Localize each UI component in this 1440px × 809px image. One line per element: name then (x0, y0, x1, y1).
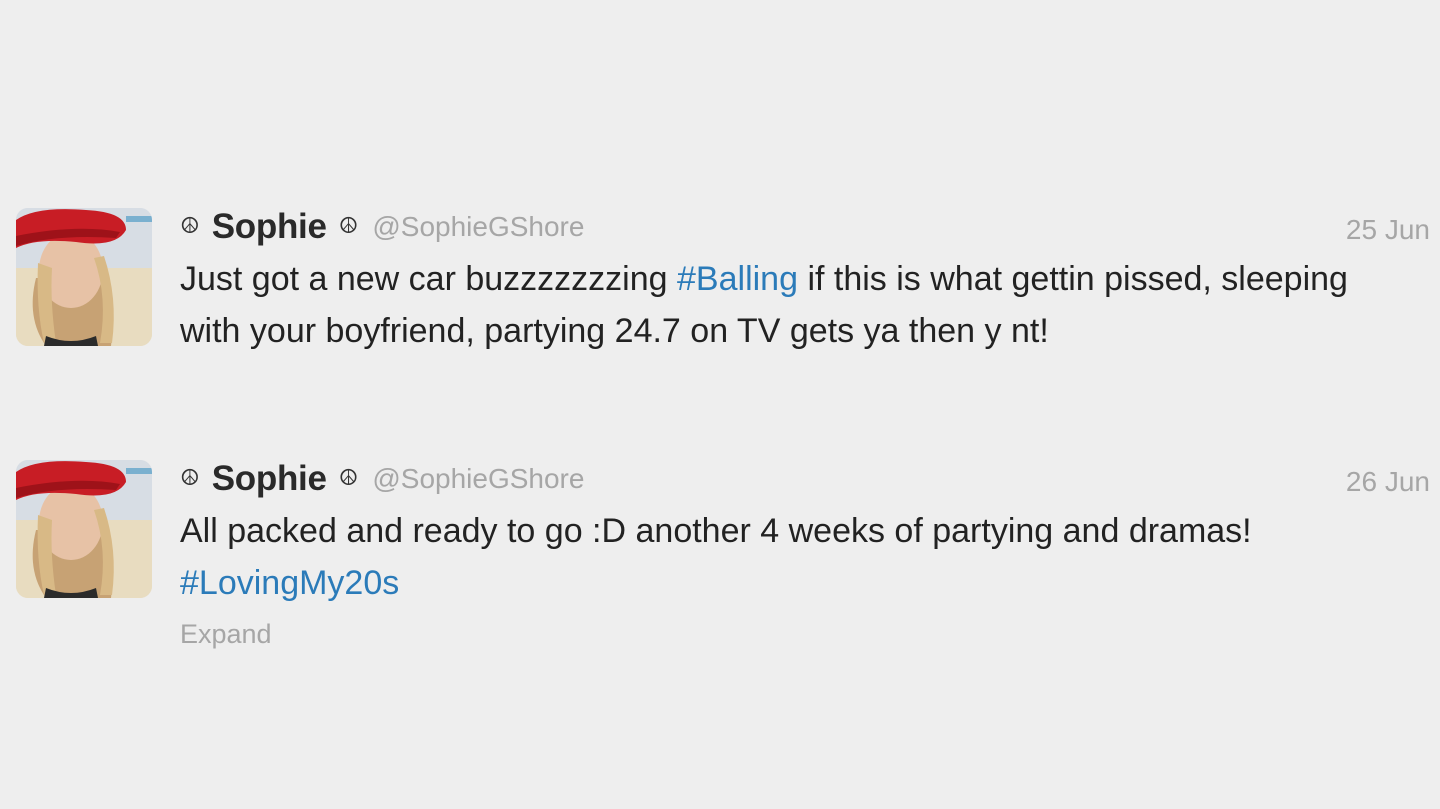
avatar[interactable] (16, 460, 152, 598)
hashtag-link[interactable]: #Balling (677, 260, 798, 298)
peace-icon: ☮ (180, 214, 200, 239)
tweet-date[interactable]: 26 Jun (1346, 466, 1430, 498)
user-handle[interactable]: @SophieGShore (372, 463, 584, 495)
avatar-photo (16, 460, 152, 598)
user-handle[interactable]: @SophieGShore (372, 211, 584, 243)
avatar[interactable] (16, 208, 152, 346)
tweet-text: Just got a new car buzzzzzzzing #Balling… (180, 253, 1380, 357)
tweet-text-segment: All packed and ready to go :D another 4 … (180, 512, 1252, 550)
user-name[interactable]: Sophie (212, 207, 327, 247)
hashtag-link[interactable]: #LovingMy20s (180, 564, 399, 602)
peace-icon: ☮ (338, 214, 359, 239)
tweet-text: All packed and ready to go :D another 4 … (180, 505, 1380, 609)
peace-icon: ☮ (180, 466, 200, 491)
tweet-header: ☮ Sophie ☮ @SophieGShore (180, 457, 584, 501)
user-name[interactable]: Sophie (212, 459, 327, 499)
tweet-text-segment: Just got a new car buzzzzzzzing (180, 260, 678, 298)
tweet-date[interactable]: 25 Jun (1346, 214, 1430, 246)
peace-icon: ☮ (338, 466, 359, 491)
tweet-header: ☮ Sophie ☮ @SophieGShore (180, 205, 584, 249)
tweet-timeline: ☮ Sophie ☮ @SophieGShore 25 Jun Just got… (0, 0, 1440, 809)
avatar-photo (16, 208, 152, 346)
expand-link[interactable]: Expand (180, 619, 272, 650)
